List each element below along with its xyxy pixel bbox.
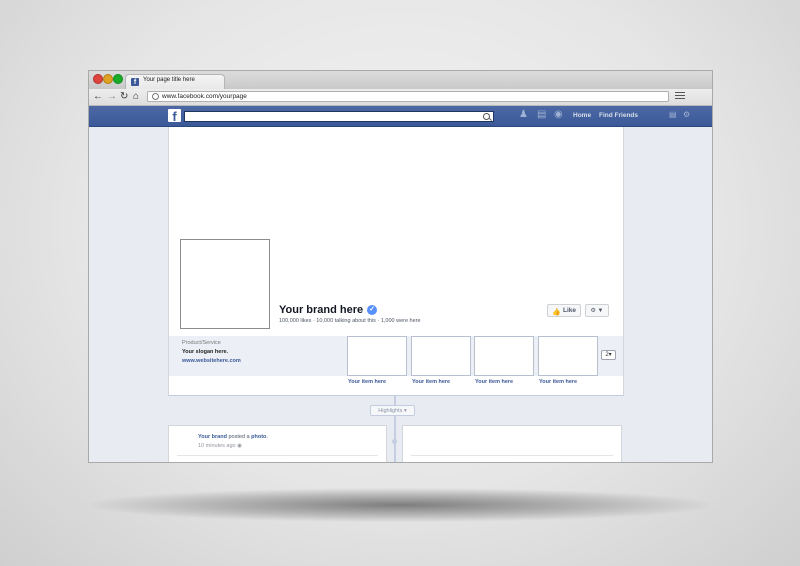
post-time-text: 10 minutes ago (198, 443, 236, 449)
back-arrow-icon[interactable]: ← (93, 90, 103, 104)
timeline-dot (392, 439, 397, 444)
page-stats: 100,000 likes · 10,000 talking about thi… (279, 318, 421, 324)
timeline-post-card-right (402, 425, 622, 462)
search-input[interactable] (184, 111, 494, 122)
gear-icon: ⚙ (590, 308, 596, 314)
forward-arrow-icon[interactable]: → (107, 90, 117, 104)
facebook-header: f ♟ ▤ ◉ Home Find Friends ▤ ⚙ (89, 106, 712, 127)
highlights-label: Highlights (378, 408, 403, 414)
url-text: www.facebook.com/yourpage (162, 93, 247, 100)
like-button[interactable]: 👍 Like (547, 304, 581, 317)
app-tile-1[interactable] (347, 336, 407, 376)
profile-picture[interactable] (180, 239, 270, 329)
window-shadow (90, 488, 710, 522)
zoom-window-button[interactable] (113, 74, 123, 84)
app-label-2[interactable]: Your item here (412, 379, 450, 385)
divider (177, 455, 378, 456)
home-icon[interactable]: ⌂ (133, 90, 139, 104)
search-icon[interactable] (483, 113, 490, 120)
app-tile-3[interactable] (474, 336, 534, 376)
more-apps-button[interactable]: 2▾ (601, 350, 616, 360)
timeline-post-card: Your brand posted a photo. 10 minutes ag… (168, 425, 387, 462)
page-title[interactable]: Your brand here (279, 304, 363, 316)
website-link[interactable]: www.websitehere.com (182, 358, 241, 364)
privacy-shortcuts-icon[interactable]: ▤ (669, 110, 679, 120)
page-profile-card: Your brand here ✓ 100,000 likes · 10,000… (168, 127, 624, 396)
app-tile-4[interactable] (538, 336, 598, 376)
facebook-favicon-icon: f (131, 78, 139, 86)
thumbs-up-icon: 👍 (552, 309, 561, 316)
home-link[interactable]: Home (573, 112, 591, 119)
app-label-3[interactable]: Your item here (475, 379, 513, 385)
friend-requests-icon[interactable]: ♟ (519, 110, 529, 120)
facebook-logo[interactable]: f (168, 109, 181, 124)
tab-bar: f Your page title here (89, 71, 712, 89)
about-section: Product/Service Your slogan here. www.we… (169, 336, 342, 376)
find-friends-link[interactable]: Find Friends (599, 112, 638, 119)
address-bar[interactable]: www.facebook.com/yourpage (147, 91, 669, 102)
app-label-4[interactable]: Your item here (539, 379, 577, 385)
post-author-link[interactable]: Your brand (198, 434, 227, 440)
verified-badge-icon: ✓ (367, 305, 377, 315)
chevron-down-icon: ▼ (597, 308, 604, 314)
post-action: posted a (226, 434, 252, 440)
globe-icon (152, 93, 159, 100)
chevron-down-icon: ▾ (608, 352, 612, 358)
page-slogan: Your slogan here. (182, 349, 229, 355)
browser-tab[interactable]: f Your page title here (125, 74, 225, 89)
like-label: Like (562, 307, 576, 314)
messages-icon[interactable]: ▤ (537, 110, 547, 120)
page-category: Product/Service (182, 340, 221, 346)
post-header: Your brand posted a photo. (198, 434, 268, 440)
browser-window: f Your page title here ← → ↻ ⌂ www.faceb… (88, 70, 713, 463)
close-window-button[interactable] (93, 74, 103, 84)
divider (411, 455, 613, 456)
post-period: . (266, 434, 268, 440)
reload-icon[interactable]: ↻ (120, 90, 128, 104)
page-options-button[interactable]: ⚙ ▼ (585, 304, 609, 317)
post-timestamp[interactable]: 10 minutes ago ◉ (198, 443, 242, 449)
app-label-1[interactable]: Your item here (348, 379, 386, 385)
highlights-dropdown[interactable]: Highlights ▾ (370, 405, 415, 416)
tab-title: Your page title here (143, 77, 195, 83)
globe-icon: ◉ (237, 443, 242, 449)
app-tile-2[interactable] (411, 336, 471, 376)
chevron-down-icon: ▾ (403, 408, 407, 414)
navigation-bar: ← → ↻ ⌂ www.facebook.com/yourpage (89, 89, 712, 106)
settings-gear-icon[interactable]: ⚙ (683, 110, 693, 120)
post-object-link[interactable]: photo (251, 434, 266, 440)
browser-menu-icon[interactable] (675, 92, 685, 101)
notifications-icon[interactable]: ◉ (554, 110, 564, 120)
minimize-window-button[interactable] (103, 74, 113, 84)
